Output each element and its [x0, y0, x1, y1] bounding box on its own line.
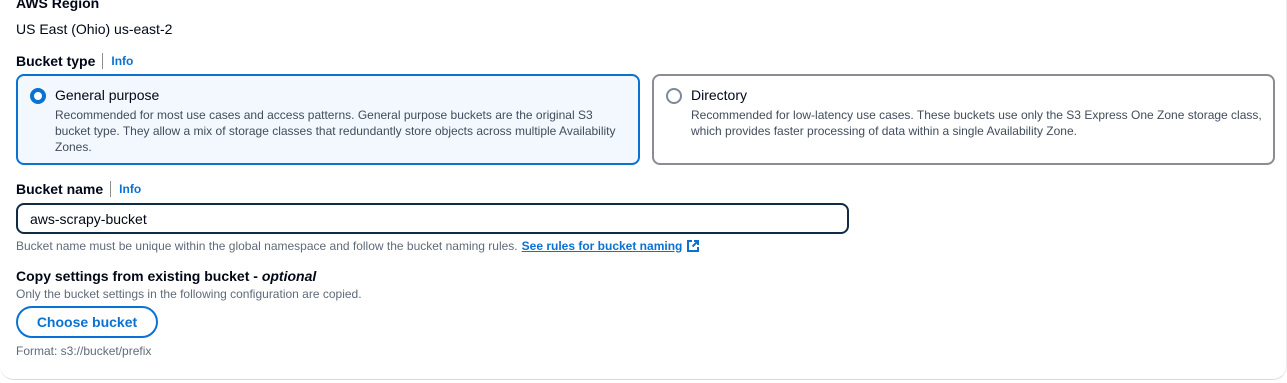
general-purpose-radio[interactable]: [30, 88, 46, 104]
bucket-name-heading: Bucket name Info: [16, 181, 141, 197]
directory-radio[interactable]: [666, 88, 682, 104]
bucket-config-panel: [0, 0, 1287, 380]
directory-title: Directory: [691, 87, 748, 103]
bucket-name-info-link[interactable]: Info: [110, 181, 141, 197]
external-link-icon[interactable]: [686, 239, 700, 253]
general-purpose-title: General purpose: [55, 87, 160, 103]
region-value: US East (Ohio) us-east-2: [16, 21, 173, 37]
choose-bucket-button[interactable]: Choose bucket: [16, 306, 158, 338]
bucket-name-constraint: Bucket name must be unique within the gl…: [16, 239, 700, 253]
bucket-type-label: Bucket type: [16, 53, 96, 69]
bucket-type-directory-tile[interactable]: Directory Recommended for low-latency us…: [652, 74, 1275, 165]
bucket-naming-rules-link[interactable]: See rules for bucket naming: [522, 239, 683, 253]
general-purpose-description: Recommended for most use cases and acces…: [55, 108, 616, 154]
bucket-type-info-link[interactable]: Info: [102, 53, 133, 69]
bucket-name-input[interactable]: [16, 203, 849, 234]
bucket-name-label: Bucket name: [16, 181, 104, 197]
copy-settings-label: Copy settings from existing bucket -: [16, 268, 262, 284]
constraint-text: Bucket name must be unique within the gl…: [16, 239, 518, 253]
region-label: AWS Region: [16, 0, 100, 11]
format-hint: Format: s3://bucket/prefix: [16, 344, 152, 358]
copy-settings-description: Only the bucket settings in the followin…: [16, 287, 362, 301]
bucket-type-heading: Bucket type Info: [16, 53, 133, 69]
directory-description: Recommended for low-latency use cases. T…: [691, 108, 1262, 138]
optional-label: optional: [261, 268, 317, 284]
bucket-type-general-purpose-tile[interactable]: General purpose Recommended for most use…: [16, 74, 640, 165]
copy-settings-heading: Copy settings from existing bucket - opt…: [16, 268, 316, 284]
